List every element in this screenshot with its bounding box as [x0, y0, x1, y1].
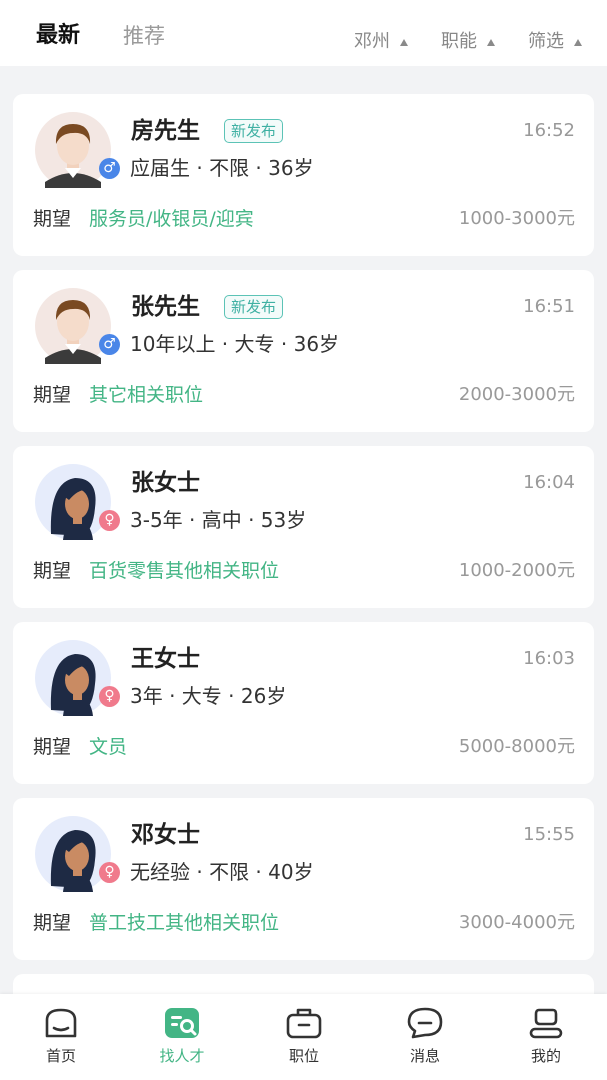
- expected-position: 服务员/收银员/迎宾: [89, 208, 254, 230]
- expect-label: 期望: [33, 736, 72, 758]
- male-avatar: [33, 112, 113, 188]
- post-time: 16:04: [523, 472, 575, 493]
- filter-screen[interactable]: 筛选: [528, 30, 582, 54]
- new-badge: 新发布: [224, 119, 284, 143]
- filter-function-label: 职能: [441, 31, 477, 52]
- male-icon: ♂: [99, 334, 120, 355]
- expected-salary: 3000-4000元: [458, 912, 575, 933]
- filter-screen-label: 筛选: [528, 31, 564, 52]
- filter-city-label: 邓州: [354, 31, 390, 52]
- post-time: 16:03: [523, 648, 575, 669]
- female-avatar: [33, 464, 113, 540]
- expected-position: 文员: [89, 736, 128, 758]
- dropdown-triangle-icon: [574, 39, 582, 46]
- candidate-name: 王女士: [131, 646, 200, 672]
- expected-salary: 2000-3000元: [458, 384, 575, 405]
- expected-position: 百货零售其他相关职位: [89, 560, 280, 582]
- candidate-card[interactable]: ♀ 张女士 16:04 3-5年 · 高中 · 53岁 期望 百货零售其他相关职…: [13, 446, 594, 608]
- nav-home[interactable]: 首页: [21, 1006, 101, 1076]
- home-icon: [45, 1008, 77, 1038]
- post-time: 15:55: [523, 824, 575, 845]
- post-time: 16:51: [523, 296, 575, 317]
- candidate-card[interactable]: ♀ 王女士 16:03 3年 · 大专 · 26岁 期望 文员 5000-800…: [13, 622, 594, 784]
- candidate-name: 房先生: [131, 118, 200, 144]
- male-avatar: [33, 288, 113, 364]
- dropdown-triangle-icon: [400, 39, 408, 46]
- candidate-name: 邓女士: [131, 822, 200, 848]
- candidate-meta: 10年以上 · 大专 · 36岁: [130, 332, 340, 356]
- expected-salary: 1000-2000元: [458, 560, 575, 581]
- nav-home-label: 首页: [45, 1047, 76, 1065]
- candidate-meta: 3年 · 大专 · 26岁: [130, 684, 287, 708]
- expect-label: 期望: [33, 912, 72, 934]
- dropdown-triangle-icon: [487, 39, 495, 46]
- filter-city[interactable]: 邓州: [354, 30, 408, 54]
- expected-salary: 1000-3000元: [458, 208, 575, 229]
- female-icon: ♀: [99, 510, 120, 531]
- candidate-card[interactable]: ♂ 张先生 新发布 16:51 10年以上 · 大专 · 36岁 期望 其它相关…: [13, 270, 594, 432]
- find-talent-icon: [165, 1008, 199, 1038]
- post-time: 16:52: [523, 120, 575, 141]
- female-avatar: [33, 816, 113, 892]
- nav-jobs[interactable]: 职位: [264, 1006, 344, 1076]
- female-icon: ♀: [99, 862, 120, 883]
- nav-find-talent[interactable]: 找人才: [142, 1006, 222, 1076]
- tab-recommended[interactable]: 推荐: [123, 22, 165, 50]
- expect-label: 期望: [33, 208, 72, 230]
- nav-profile-label: 我的: [530, 1047, 561, 1065]
- female-avatar: [33, 640, 113, 716]
- candidate-meta: 3-5年 · 高中 · 53岁: [130, 508, 307, 532]
- filter-function[interactable]: 职能: [441, 30, 495, 54]
- male-icon: ♂: [99, 158, 120, 179]
- tab-latest[interactable]: 最新: [36, 22, 80, 50]
- top-header: 最新 推荐 邓州 职能 筛选: [0, 0, 607, 66]
- nav-messages[interactable]: 消息: [385, 1006, 465, 1076]
- candidate-name: 张女士: [131, 470, 200, 496]
- profile-icon: [529, 1008, 563, 1039]
- new-badge: 新发布: [224, 295, 284, 319]
- candidate-card[interactable]: ♀ 邓女士 15:55 无经验 · 不限 · 40岁 期望 普工技工其他相关职位…: [13, 798, 594, 960]
- message-icon: [407, 1007, 443, 1039]
- expect-label: 期望: [33, 560, 72, 582]
- candidate-name: 张先生: [131, 294, 200, 320]
- expected-position: 其它相关职位: [89, 384, 204, 406]
- bottom-nav: 首页 找人才 职位 消息 我的: [0, 994, 607, 1080]
- nav-messages-label: 消息: [409, 1047, 440, 1065]
- female-icon: ♀: [99, 686, 120, 707]
- expected-salary: 5000-8000元: [458, 736, 575, 757]
- nav-find-talent-label: 找人才: [159, 1047, 205, 1065]
- expect-label: 期望: [33, 384, 72, 406]
- candidate-meta: 无经验 · 不限 · 40岁: [130, 860, 314, 884]
- candidate-meta: 应届生 · 不限 · 36岁: [130, 156, 314, 180]
- briefcase-icon: [286, 1008, 322, 1039]
- candidate-card[interactable]: ♂ 房先生 新发布 16:52 应届生 · 不限 · 36岁 期望 服务员/收银…: [13, 94, 594, 256]
- expected-position: 普工技工其他相关职位: [89, 912, 280, 934]
- nav-profile[interactable]: 我的: [506, 1006, 586, 1076]
- nav-jobs-label: 职位: [288, 1047, 319, 1065]
